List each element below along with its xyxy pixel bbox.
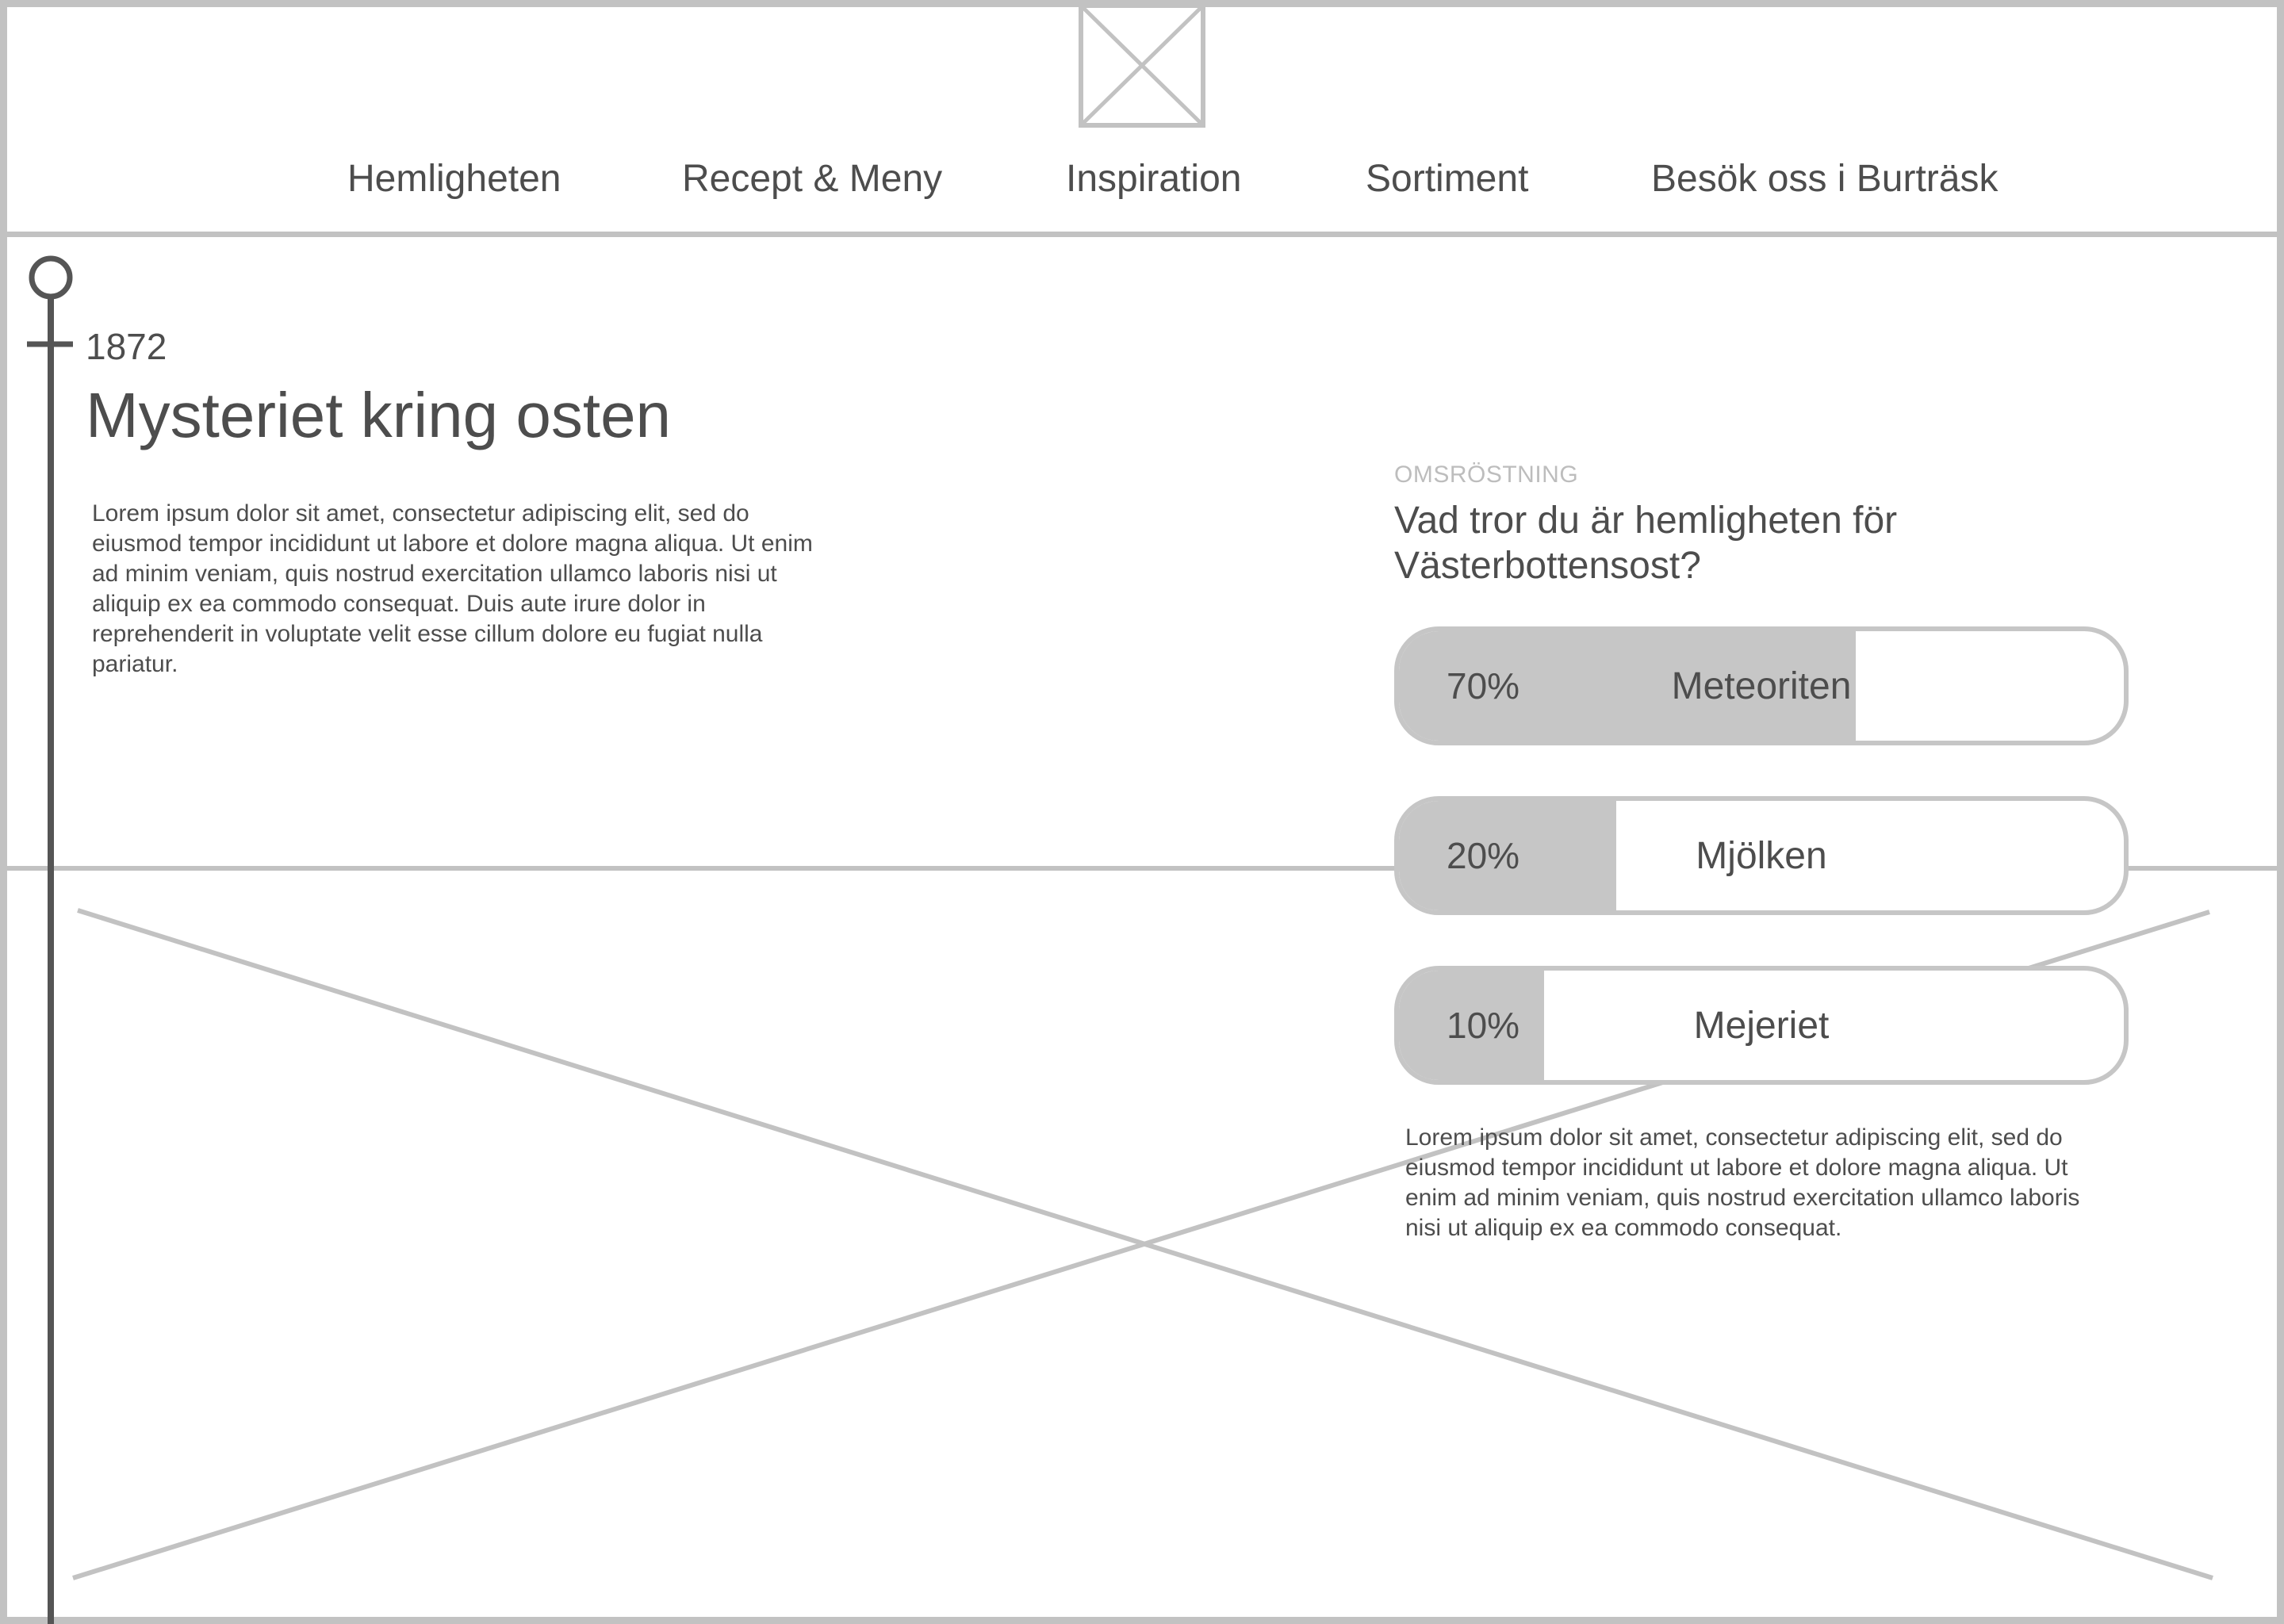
- poll-option-meteoriten[interactable]: 70% Meteoriten: [1394, 626, 2129, 745]
- header-divider: [0, 232, 2284, 237]
- timeline-year: 1872: [86, 326, 167, 367]
- poll-option-mjolken[interactable]: 20% Mjölken: [1394, 796, 2129, 915]
- poll-description: Lorem ipsum dolor sit amet, consectetur …: [1405, 1124, 2080, 1241]
- poll-option-label: Meteoriten: [1671, 665, 1852, 707]
- poll-option-label: Mejeriet: [1693, 1004, 1830, 1047]
- intro-text: Lorem ipsum dolor sit amet, consectetur …: [92, 500, 813, 677]
- nav-item-recept-meny[interactable]: Recept & Meny: [682, 157, 942, 201]
- timeline: [27, 255, 73, 1624]
- poll-option-label: Mjölken: [1696, 834, 1827, 877]
- nav-item-inspiration[interactable]: Inspiration: [1066, 157, 1241, 201]
- poll-eyebrow: OMSRÖSTNING: [1394, 462, 1579, 488]
- poll-question: Vad tror du är hemligheten för Västerbot…: [1394, 500, 1898, 587]
- timeline-start-icon: [29, 255, 73, 300]
- logo-placeholder-icon[interactable]: [1079, 3, 1205, 128]
- page-title: Mysteriet kring osten: [86, 380, 672, 450]
- nav-item-sortiment[interactable]: Sortiment: [1366, 157, 1528, 201]
- nav-item-hemligheten[interactable]: Hemligheten: [347, 157, 561, 201]
- nav-item-besok-oss[interactable]: Besök oss i Burträsk: [1651, 157, 1998, 201]
- poll-option-mejeriet[interactable]: 10% Mejeriet: [1394, 966, 2129, 1085]
